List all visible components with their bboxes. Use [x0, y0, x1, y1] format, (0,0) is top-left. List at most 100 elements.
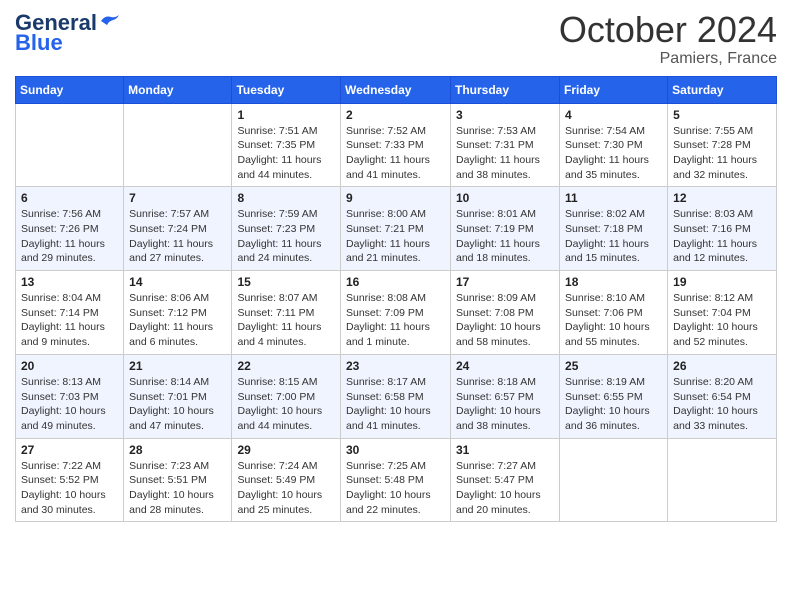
col-friday: Friday: [560, 76, 668, 103]
table-cell: 20 Sunrise: 8:13 AM Sunset: 7:03 PM Dayli…: [16, 354, 124, 438]
day-number: 11: [565, 191, 662, 205]
day-info: Sunrise: 8:09 AM Sunset: 7:08 PM Dayligh…: [456, 291, 554, 350]
table-cell: 12Sunrise: 8:03 AM Sunset: 7:16 PM Dayli…: [668, 187, 777, 271]
day-number: 21: [129, 359, 226, 373]
day-info: Sunrise: 8:02 AM Sunset: 7:18 PM Dayligh…: [565, 207, 662, 266]
table-cell: [668, 438, 777, 522]
week-row-2: 6 Sunrise: 7:56 AM Sunset: 7:26 PM Daylig…: [16, 187, 777, 271]
day-number: 22: [237, 359, 335, 373]
day-info: Sunrise: 7:25 AM Sunset: 5:48 PM Dayligh…: [346, 459, 445, 518]
day-info: Sunrise: 7:53 AM Sunset: 7:31 PM Dayligh…: [456, 124, 554, 183]
day-number: 3: [456, 108, 554, 122]
table-cell: 3 Sunrise: 7:53 AM Sunset: 7:31 PM Daylig…: [451, 103, 560, 187]
day-info: Sunrise: 8:20 AM Sunset: 6:54 PM Dayligh…: [673, 375, 771, 434]
day-number: 24: [456, 359, 554, 373]
day-number: 1: [237, 108, 335, 122]
table-cell: 17Sunrise: 8:09 AM Sunset: 7:08 PM Dayli…: [451, 271, 560, 355]
day-number: 29: [237, 443, 335, 457]
day-info: Sunrise: 8:15 AM Sunset: 7:00 PM Dayligh…: [237, 375, 335, 434]
table-cell: [124, 103, 232, 187]
table-cell: 9Sunrise: 8:00 AM Sunset: 7:21 PM Daylig…: [341, 187, 451, 271]
title-area: October 2024 Pamiers, France: [559, 10, 777, 68]
table-cell: [16, 103, 124, 187]
header: General Blue October 2024 Pamiers, Franc…: [15, 10, 777, 68]
day-info: Sunrise: 8:08 AM Sunset: 7:09 PM Dayligh…: [346, 291, 445, 350]
day-number: 7: [129, 191, 226, 205]
day-number: 13: [21, 275, 118, 289]
table-cell: 29Sunrise: 7:24 AM Sunset: 5:49 PM Dayli…: [232, 438, 341, 522]
table-cell: 22 Sunrise: 8:15 AM Sunset: 7:00 PM Dayli…: [232, 354, 341, 438]
day-info: Sunrise: 8:14 AM Sunset: 7:01 PM Dayligh…: [129, 375, 226, 434]
calendar: Sunday Monday Tuesday Wednesday Thursday…: [15, 76, 777, 523]
day-info: Sunrise: 7:51 AM Sunset: 7:35 PM Dayligh…: [237, 124, 335, 183]
week-row-4: 20 Sunrise: 8:13 AM Sunset: 7:03 PM Dayli…: [16, 354, 777, 438]
table-cell: 25 Sunrise: 8:19 AM Sunset: 6:55 PM Dayli…: [560, 354, 668, 438]
table-cell: 27 Sunrise: 7:22 AM Sunset: 5:52 PM Dayli…: [16, 438, 124, 522]
table-cell: 31Sunrise: 7:27 AM Sunset: 5:47 PM Dayli…: [451, 438, 560, 522]
day-number: 4: [565, 108, 662, 122]
day-number: 26: [673, 359, 771, 373]
day-number: 9: [346, 191, 445, 205]
day-info: Sunrise: 8:13 AM Sunset: 7:03 PM Dayligh…: [21, 375, 118, 434]
day-info: Sunrise: 8:19 AM Sunset: 6:55 PM Dayligh…: [565, 375, 662, 434]
day-info: Sunrise: 7:59 AM Sunset: 7:23 PM Dayligh…: [237, 207, 335, 266]
month-title: October 2024: [559, 10, 777, 50]
day-number: 25: [565, 359, 662, 373]
day-info: Sunrise: 7:56 AM Sunset: 7:26 PM Dayligh…: [21, 207, 118, 266]
day-info: Sunrise: 8:01 AM Sunset: 7:19 PM Dayligh…: [456, 207, 554, 266]
table-cell: 21 Sunrise: 8:14 AM Sunset: 7:01 PM Dayli…: [124, 354, 232, 438]
table-cell: 30 Sunrise: 7:25 AM Sunset: 5:48 PM Dayli…: [341, 438, 451, 522]
day-info: Sunrise: 7:54 AM Sunset: 7:30 PM Dayligh…: [565, 124, 662, 183]
calendar-header-row: Sunday Monday Tuesday Wednesday Thursday…: [16, 76, 777, 103]
location: Pamiers, France: [559, 50, 777, 68]
table-cell: 1 Sunrise: 7:51 AM Sunset: 7:35 PM Daylig…: [232, 103, 341, 187]
table-cell: 13 Sunrise: 8:04 AM Sunset: 7:14 PM Dayli…: [16, 271, 124, 355]
logo: General Blue: [15, 10, 121, 56]
table-cell: 26 Sunrise: 8:20 AM Sunset: 6:54 PM Dayli…: [668, 354, 777, 438]
day-number: 6: [21, 191, 118, 205]
day-number: 23: [346, 359, 445, 373]
day-info: Sunrise: 7:27 AM Sunset: 5:47 PM Dayligh…: [456, 459, 554, 518]
table-cell: 19 Sunrise: 8:12 AM Sunset: 7:04 PM Dayli…: [668, 271, 777, 355]
table-cell: 28 Sunrise: 7:23 AM Sunset: 5:51 PM Dayli…: [124, 438, 232, 522]
table-cell: 18 Sunrise: 8:10 AM Sunset: 7:06 PM Dayli…: [560, 271, 668, 355]
day-number: 15: [237, 275, 335, 289]
logo-bird-icon: [99, 13, 121, 29]
day-number: 14: [129, 275, 226, 289]
table-cell: 8 Sunrise: 7:59 AM Sunset: 7:23 PM Daylig…: [232, 187, 341, 271]
table-cell: 11 Sunrise: 8:02 AM Sunset: 7:18 PM Dayli…: [560, 187, 668, 271]
col-monday: Monday: [124, 76, 232, 103]
table-cell: 16 Sunrise: 8:08 AM Sunset: 7:09 PM Dayli…: [341, 271, 451, 355]
logo-blue-text: Blue: [15, 30, 63, 56]
day-info: Sunrise: 7:22 AM Sunset: 5:52 PM Dayligh…: [21, 459, 118, 518]
day-number: 2: [346, 108, 445, 122]
col-saturday: Saturday: [668, 76, 777, 103]
table-cell: [560, 438, 668, 522]
day-number: 27: [21, 443, 118, 457]
day-info: Sunrise: 7:55 AM Sunset: 7:28 PM Dayligh…: [673, 124, 771, 183]
col-sunday: Sunday: [16, 76, 124, 103]
day-number: 28: [129, 443, 226, 457]
table-cell: 15Sunrise: 8:07 AM Sunset: 7:11 PM Dayli…: [232, 271, 341, 355]
day-info: Sunrise: 8:17 AM Sunset: 6:58 PM Dayligh…: [346, 375, 445, 434]
day-number: 20: [21, 359, 118, 373]
day-number: 30: [346, 443, 445, 457]
day-number: 18: [565, 275, 662, 289]
day-info: Sunrise: 8:03 AM Sunset: 7:16 PM Dayligh…: [673, 207, 771, 266]
day-info: Sunrise: 8:04 AM Sunset: 7:14 PM Dayligh…: [21, 291, 118, 350]
col-wednesday: Wednesday: [341, 76, 451, 103]
table-cell: 4 Sunrise: 7:54 AM Sunset: 7:30 PM Daylig…: [560, 103, 668, 187]
day-number: 8: [237, 191, 335, 205]
table-cell: 10Sunrise: 8:01 AM Sunset: 7:19 PM Dayli…: [451, 187, 560, 271]
day-info: Sunrise: 7:23 AM Sunset: 5:51 PM Dayligh…: [129, 459, 226, 518]
day-info: Sunrise: 7:52 AM Sunset: 7:33 PM Dayligh…: [346, 124, 445, 183]
week-row-1: 1 Sunrise: 7:51 AM Sunset: 7:35 PM Daylig…: [16, 103, 777, 187]
table-cell: 6 Sunrise: 7:56 AM Sunset: 7:26 PM Daylig…: [16, 187, 124, 271]
day-info: Sunrise: 8:12 AM Sunset: 7:04 PM Dayligh…: [673, 291, 771, 350]
col-thursday: Thursday: [451, 76, 560, 103]
day-info: Sunrise: 8:10 AM Sunset: 7:06 PM Dayligh…: [565, 291, 662, 350]
day-number: 16: [346, 275, 445, 289]
day-info: Sunrise: 8:18 AM Sunset: 6:57 PM Dayligh…: [456, 375, 554, 434]
table-cell: 14Sunrise: 8:06 AM Sunset: 7:12 PM Dayli…: [124, 271, 232, 355]
day-number: 19: [673, 275, 771, 289]
